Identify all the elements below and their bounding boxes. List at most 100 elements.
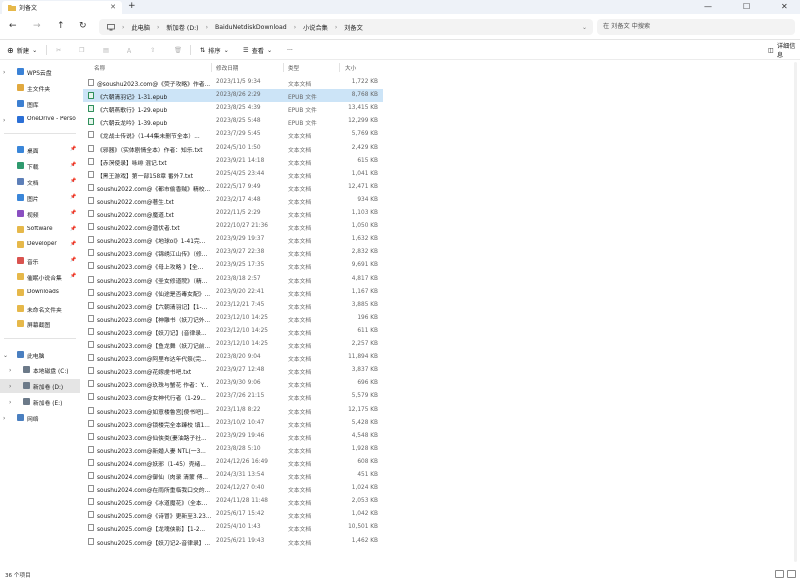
paste-icon[interactable]: ▤ — [103, 44, 109, 56]
file-row[interactable]: soushu2023.com@玖珠与蟹花 作者：Y... 2023/9/30 9:… — [83, 377, 383, 390]
sidebar-item[interactable]: 图库 — [0, 97, 80, 111]
file-row[interactable]: soushu2022.com@《都市偷香贼》精校... 2022/5/17 9:4… — [83, 181, 383, 194]
breadcrumb-drive-d[interactable]: 新加卷 (D:) — [166, 23, 198, 32]
minimize-button[interactable]: — — [704, 0, 712, 14]
file-row[interactable]: soushu2022.com@魔道.txt 2022/11/5 2:29 文本文档 1… — [83, 207, 383, 220]
vertical-scrollbar[interactable] — [794, 62, 797, 562]
file-row[interactable]: 《六朝清羽记》1-31.epub 2023/8/26 2:29 EPUB 文件 8,7… — [83, 89, 383, 103]
file-row[interactable]: soushu2023.com@《母上攻略 》【全... 2023/9/25 17:… — [83, 259, 383, 272]
sidebar-item[interactable]: › WPS云盘 — [0, 65, 80, 79]
sidebar-item[interactable]: 图片 📌 — [0, 191, 80, 205]
cut-icon[interactable]: ✂ — [56, 44, 61, 56]
column-separator[interactable] — [339, 63, 340, 72]
details-view-icon[interactable] — [775, 570, 784, 578]
copy-icon[interactable]: ❐ — [79, 44, 85, 56]
file-row[interactable]: 《六朝燕歌行》1-29.epub 2023/8/25 4:39 EPUB 文件 13,… — [83, 102, 383, 115]
address-dropdown-icon[interactable]: ⌄ — [582, 24, 587, 31]
file-row[interactable]: soushu2023.com@锁楼完全本臻校 填1... 2023/10/2 10… — [83, 417, 383, 430]
file-row[interactable]: 【赤溟使录】咏绯 混记.txt 2023/9/21 14:18 文本文档 615 KB — [83, 155, 383, 168]
sidebar-item[interactable]: › 新加卷 (E:) — [0, 395, 80, 409]
file-row[interactable]: soushu2025.com@《冰道魔花》（全本... 2024/11/28 11… — [83, 495, 383, 508]
column-header-date[interactable]: 修改日期 — [216, 64, 238, 72]
file-row[interactable]: soushu2023.com@【六朝清羽记】【1-... 2023/12/21 7… — [83, 299, 383, 312]
file-row[interactable]: 《邪器》（实体剧情全本）作者：知乐.txt 2024/5/10 1:50 文本文档 2… — [83, 142, 383, 155]
delete-icon[interactable]: 🗑 — [174, 44, 182, 56]
sidebar-item[interactable]: › OneDrive - Perso — [0, 113, 80, 127]
file-row[interactable]: soushu2023.com@【神雕书（妖刀记外... 2023/12/10 14… — [83, 312, 383, 325]
file-row[interactable]: soushu2023.com@《圣女修道院》（精... 2023/8/18 2:5… — [83, 273, 383, 286]
chevron-right-icon[interactable]: › — [3, 117, 5, 124]
chevron-right-icon[interactable]: › — [9, 399, 11, 406]
file-row[interactable]: soushu2025.com@【妖刀记2-音律录】... 2025/6/21 19… — [83, 535, 383, 548]
file-row[interactable]: 【黑王游戏】第一部158章 番外7.txt 2025/4/25 23:44 文本文档… — [83, 168, 383, 181]
file-row[interactable]: @soushu2023.com@《荧子攻略》作者... 2023/11/5 9:3… — [83, 76, 383, 89]
sidebar-item[interactable]: 文档 📌 — [0, 175, 80, 189]
file-row[interactable]: soushu2023.com@新婚人妻 NTL(一3... 2023/8/28 5… — [83, 443, 383, 456]
file-row[interactable]: soushu2022.com@潜伏者.txt 2022/10/27 21:36 文本… — [83, 220, 383, 233]
column-separator[interactable] — [211, 63, 212, 72]
refresh-icon[interactable]: ↻ — [79, 21, 87, 31]
view-button[interactable]: ☰ 查看 ⌄ — [243, 44, 272, 56]
chevron-right-icon[interactable]: › — [9, 367, 11, 374]
sidebar-item[interactable]: 催眠小说合集 📌 — [0, 270, 80, 284]
file-row[interactable]: soushu2023.com@《地球ol》1-41完... 2023/9/29 1… — [83, 233, 383, 246]
file-row[interactable]: soushu2024.com@在雨所重临我口交的... 2024/12/27 0:… — [83, 482, 383, 495]
sidebar-item[interactable]: 主文件夹 — [0, 81, 80, 95]
file-row[interactable]: 《龙战士传说》（1-44集未删节全本）... 2023/7/29 5:45 文本文档… — [83, 128, 383, 141]
column-separator[interactable] — [283, 63, 284, 72]
forward-arrow-icon[interactable]: → — [33, 21, 41, 31]
file-row[interactable]: soushu2023.com@《仙途是否毒女配》... 2023/9/20 22:… — [83, 286, 383, 299]
breadcrumb-baidu[interactable]: BaiduNetdiskDownload — [215, 24, 287, 31]
back-arrow-icon[interactable]: ← — [9, 21, 17, 31]
file-row[interactable]: soushu2023.com@【鱼龙舞（妖刀记前... 2023/12/10 14… — [83, 338, 383, 351]
column-header-type[interactable]: 类型 — [288, 64, 299, 72]
file-row[interactable]: soushu2025.com@《诗冒》更新至3.23... 2025/6/17 1… — [83, 508, 383, 521]
chevron-down-icon[interactable]: ⌄ — [3, 352, 8, 359]
file-row[interactable]: soushu2023.com@【妖刀记】(音律录... 2023/12/10 14… — [83, 325, 383, 338]
file-row[interactable]: soushu2025.com@【龙魂侠影】【1-2... 2025/4/10 1:… — [83, 521, 383, 534]
chevron-right-icon[interactable]: › — [9, 383, 11, 390]
close-tab-icon[interactable]: ✕ — [110, 3, 116, 11]
rename-icon[interactable]: Ａ — [126, 44, 132, 56]
file-row[interactable]: soushu2023.com@《锦绣江山传》（修... 2023/9/27 22:… — [83, 246, 383, 259]
file-row[interactable]: soushu2022.com@著生.txt 2023/2/17 4:48 文本文档 9… — [83, 194, 383, 207]
sidebar-item[interactable]: 音乐 📌 — [0, 254, 80, 268]
tab-current[interactable]: 刘备文 ✕ — [2, 1, 122, 14]
address-bar[interactable]: › 此电脑 › 新加卷 (D:) › BaiduNetdiskDownload … — [99, 19, 593, 35]
search-input[interactable]: 在 刘备文 中搜索 — [597, 19, 795, 35]
column-header-name[interactable]: 名称 — [94, 64, 105, 72]
breadcrumb-this-pc[interactable]: 此电脑 — [131, 23, 150, 32]
sidebar-item[interactable]: ⌄ 此电脑 — [0, 348, 80, 362]
breadcrumb-novels[interactable]: 小说合集 — [303, 23, 328, 32]
file-row[interactable]: soushu2024.com@御仙（肉录 清蒙 傅... 2024/3/31 13… — [83, 469, 383, 482]
file-row[interactable]: soushu2023.com@女神代行者（1-29... 2023/7/26 21… — [83, 390, 383, 403]
sort-button[interactable]: ⇅ 排序 ⌄ — [200, 44, 229, 56]
sidebar-item[interactable]: Developer 📌 — [0, 238, 80, 252]
file-row[interactable]: soushu2023.com@如意楼鲁宫[傻书吧]... 2023/11/8 8:… — [83, 404, 383, 417]
sidebar-item[interactable]: Software 📌 — [0, 223, 80, 237]
sidebar-item[interactable]: 下载 📌 — [0, 159, 80, 173]
more-options-button[interactable]: ··· — [287, 44, 293, 56]
close-window-button[interactable]: ✕ — [781, 0, 788, 14]
new-button[interactable]: ⊕ 新建 ⌄ — [7, 44, 37, 56]
file-row[interactable]: 《六朝云龙吟》1-39.epub 2023/8/25 5:48 EPUB 文件 12,… — [83, 115, 383, 128]
file-row[interactable]: soushu2023.com@花嫁虔书吧.txt 2023/9/27 12:48 文… — [83, 364, 383, 377]
sidebar-item[interactable]: 视频 📌 — [0, 207, 80, 221]
new-tab-button[interactable]: + — [128, 1, 136, 11]
column-header-size[interactable]: 大小 — [345, 64, 356, 72]
sidebar-item[interactable]: › 本地磁盘 (C:) — [0, 363, 80, 377]
up-arrow-icon[interactable]: ↑ — [57, 21, 65, 31]
sidebar-item[interactable]: 桌面 📌 — [0, 143, 80, 157]
file-row[interactable]: soushu2023.com@仙侠类(妻油路子社... 2023/9/29 19:… — [83, 430, 383, 443]
sidebar-item[interactable]: › 新加卷 (D:) — [0, 379, 80, 393]
share-icon[interactable]: ⇧ — [150, 44, 155, 56]
sidebar-item[interactable]: Downloads — [0, 286, 80, 300]
file-row[interactable]: soushu2024.com@妖邪（1-45）壳绪... 2024/12/26 1… — [83, 456, 383, 469]
chevron-right-icon[interactable]: › — [3, 69, 5, 76]
sidebar-item[interactable]: 未命名文件夹 — [0, 302, 80, 316]
details-pane-button[interactable]: ◫ 详细信息 — [768, 43, 800, 59]
file-row[interactable]: soushu2023.com@阿里布达年代祭(完... 2023/8/20 9:0… — [83, 351, 383, 364]
sidebar-item[interactable]: 屏幕截图 — [0, 317, 80, 331]
chevron-right-icon[interactable]: › — [3, 415, 5, 422]
maximize-button[interactable]: ☐ — [743, 0, 750, 14]
